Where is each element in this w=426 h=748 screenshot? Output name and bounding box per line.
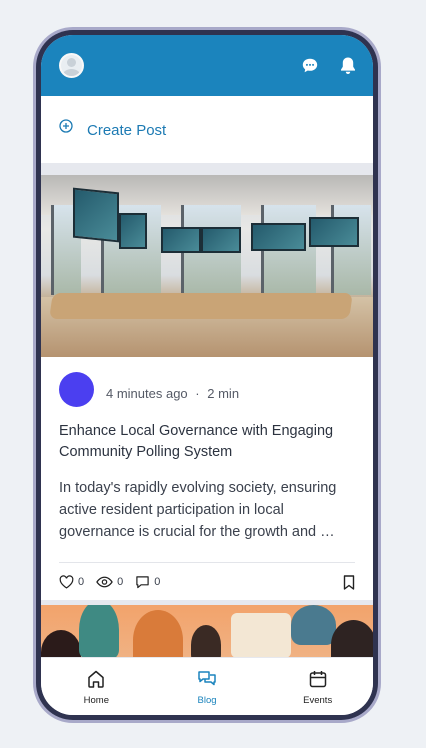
- like-count: 0: [78, 576, 85, 588]
- phone-frame: Create Post 4 minutes ago · 2 min Enhanc…: [33, 27, 381, 723]
- nav-label-blog: Blog: [197, 695, 217, 706]
- eye-icon: [96, 576, 113, 588]
- heart-icon: [59, 575, 74, 589]
- post-cover-image[interactable]: [41, 175, 373, 357]
- bookmark-icon[interactable]: [343, 574, 355, 590]
- nav-label-home: Home: [83, 695, 109, 706]
- top-app-bar: [41, 35, 373, 96]
- comment-icon: [136, 576, 149, 589]
- app-screen: Create Post 4 minutes ago · 2 min Enhanc…: [41, 35, 373, 715]
- post-time-ago: 4 minutes ago: [106, 385, 188, 401]
- comment-count: 0: [154, 576, 161, 588]
- create-post-label[interactable]: Create Post: [87, 122, 166, 139]
- create-post-bar[interactable]: Create Post: [41, 96, 373, 163]
- nav-item-home[interactable]: Home: [41, 658, 152, 715]
- user-avatar-icon[interactable]: [59, 53, 84, 78]
- card-divider: [59, 562, 355, 563]
- nav-label-events: Events: [303, 695, 333, 706]
- post-title[interactable]: Enhance Local Governance with Engaging C…: [41, 407, 373, 463]
- post-card[interactable]: 4 minutes ago · 2 min Enhance Local Gove…: [41, 175, 373, 600]
- calendar-icon: [309, 671, 326, 688]
- post-excerpt: In today's rapidly evolving society, ens…: [59, 480, 337, 540]
- meta-separator: ·: [195, 385, 200, 401]
- nav-item-events[interactable]: Events: [262, 658, 373, 715]
- post-meta: 4 minutes ago · 2 min: [41, 357, 373, 407]
- bell-icon[interactable]: [337, 55, 359, 77]
- post-stats: 0 0 0: [59, 571, 355, 593]
- view-count: 0: [117, 576, 124, 588]
- comment-stat[interactable]: 0: [135, 575, 160, 589]
- post-meta-text: 4 minutes ago · 2 min: [106, 386, 239, 401]
- view-stat: 0: [96, 576, 123, 588]
- plus-circle-icon: [59, 118, 75, 135]
- chat-icon[interactable]: [299, 55, 321, 77]
- blog-icon: [198, 671, 216, 686]
- nav-item-blog[interactable]: Blog: [152, 658, 263, 715]
- author-avatar[interactable]: [59, 371, 94, 407]
- like-stat[interactable]: 0: [59, 575, 84, 589]
- home-icon: [88, 670, 105, 688]
- phone-bezel: Create Post 4 minutes ago · 2 min Enhanc…: [36, 30, 378, 720]
- post-read-time: 2 min: [207, 385, 240, 401]
- bottom-navigation: Home Blog Events: [41, 657, 373, 715]
- next-post-cover-image[interactable]: [41, 605, 373, 665]
